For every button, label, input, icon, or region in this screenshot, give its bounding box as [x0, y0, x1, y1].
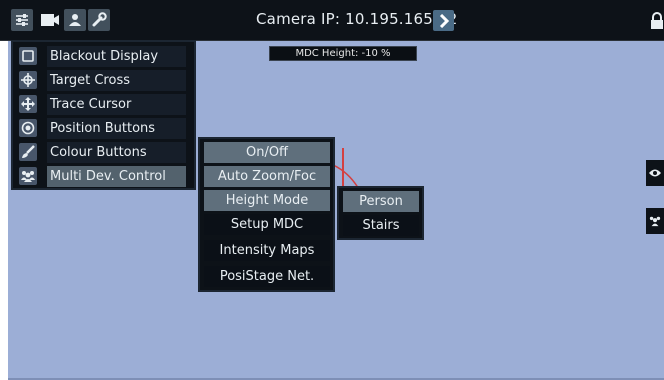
menu-item-colour-buttons[interactable]: Colour Buttons	[17, 142, 192, 163]
group-users-icon[interactable]	[646, 208, 664, 234]
move-cursor-icon	[19, 95, 37, 113]
eye-icon[interactable]	[646, 160, 664, 186]
height-mode-submenu: Person Stairs	[337, 186, 424, 240]
menu-item-label: Position Buttons	[47, 118, 186, 139]
paintbrush-icon	[19, 143, 37, 161]
menu-item-blackout-display[interactable]: Blackout Display	[17, 46, 192, 67]
height-mode-button[interactable]: Height Mode	[204, 190, 330, 211]
menu-item-label: Blackout Display	[47, 46, 186, 67]
menu-item-multi-dev-control[interactable]: Multi Dev. Control	[17, 166, 192, 187]
menu-item-position-buttons[interactable]: Position Buttons	[17, 118, 192, 139]
posistage-net-button[interactable]: PosiStage Net.	[204, 266, 330, 287]
top-bar: Camera IP: 10.195.165.22	[0, 0, 664, 41]
person-option[interactable]: Person	[343, 191, 419, 212]
main-menu: Blackout Display Target Cross Trace Curs…	[11, 40, 196, 190]
sliders-icon[interactable]	[11, 9, 33, 31]
user-icon[interactable]	[64, 9, 86, 31]
camera-ip-label: Camera IP: 10.195.165.22	[256, 10, 458, 28]
setup-mdc-button[interactable]: Setup MDC	[204, 214, 330, 235]
menu-item-label: Multi Dev. Control	[47, 166, 186, 187]
lock-icon[interactable]	[650, 12, 664, 30]
stairs-option[interactable]: Stairs	[343, 215, 419, 236]
intensity-maps-button[interactable]: Intensity Maps	[204, 240, 330, 261]
position-dot-icon	[19, 119, 37, 137]
video-camera-icon[interactable]	[39, 9, 61, 31]
auto-zoom-focus-button[interactable]: Auto Zoom/Foc	[204, 166, 330, 187]
wrench-icon[interactable]	[88, 9, 110, 31]
multi-device-submenu: On/Off Auto Zoom/Foc Height Mode Setup M…	[198, 137, 335, 292]
mdc-height-readout: MDC Height: -10 %	[269, 46, 417, 61]
menu-item-label: Trace Cursor	[47, 94, 186, 115]
menu-item-trace-cursor[interactable]: Trace Cursor	[17, 94, 192, 115]
menu-item-label: Target Cross	[47, 70, 186, 91]
menu-item-label: Colour Buttons	[47, 142, 186, 163]
on-off-button[interactable]: On/Off	[204, 142, 330, 163]
group-users-icon	[19, 167, 37, 185]
menu-item-target-cross[interactable]: Target Cross	[17, 70, 192, 91]
next-arrow-icon[interactable]	[433, 10, 454, 31]
square-icon	[19, 47, 37, 65]
target-cross-icon	[19, 71, 37, 89]
